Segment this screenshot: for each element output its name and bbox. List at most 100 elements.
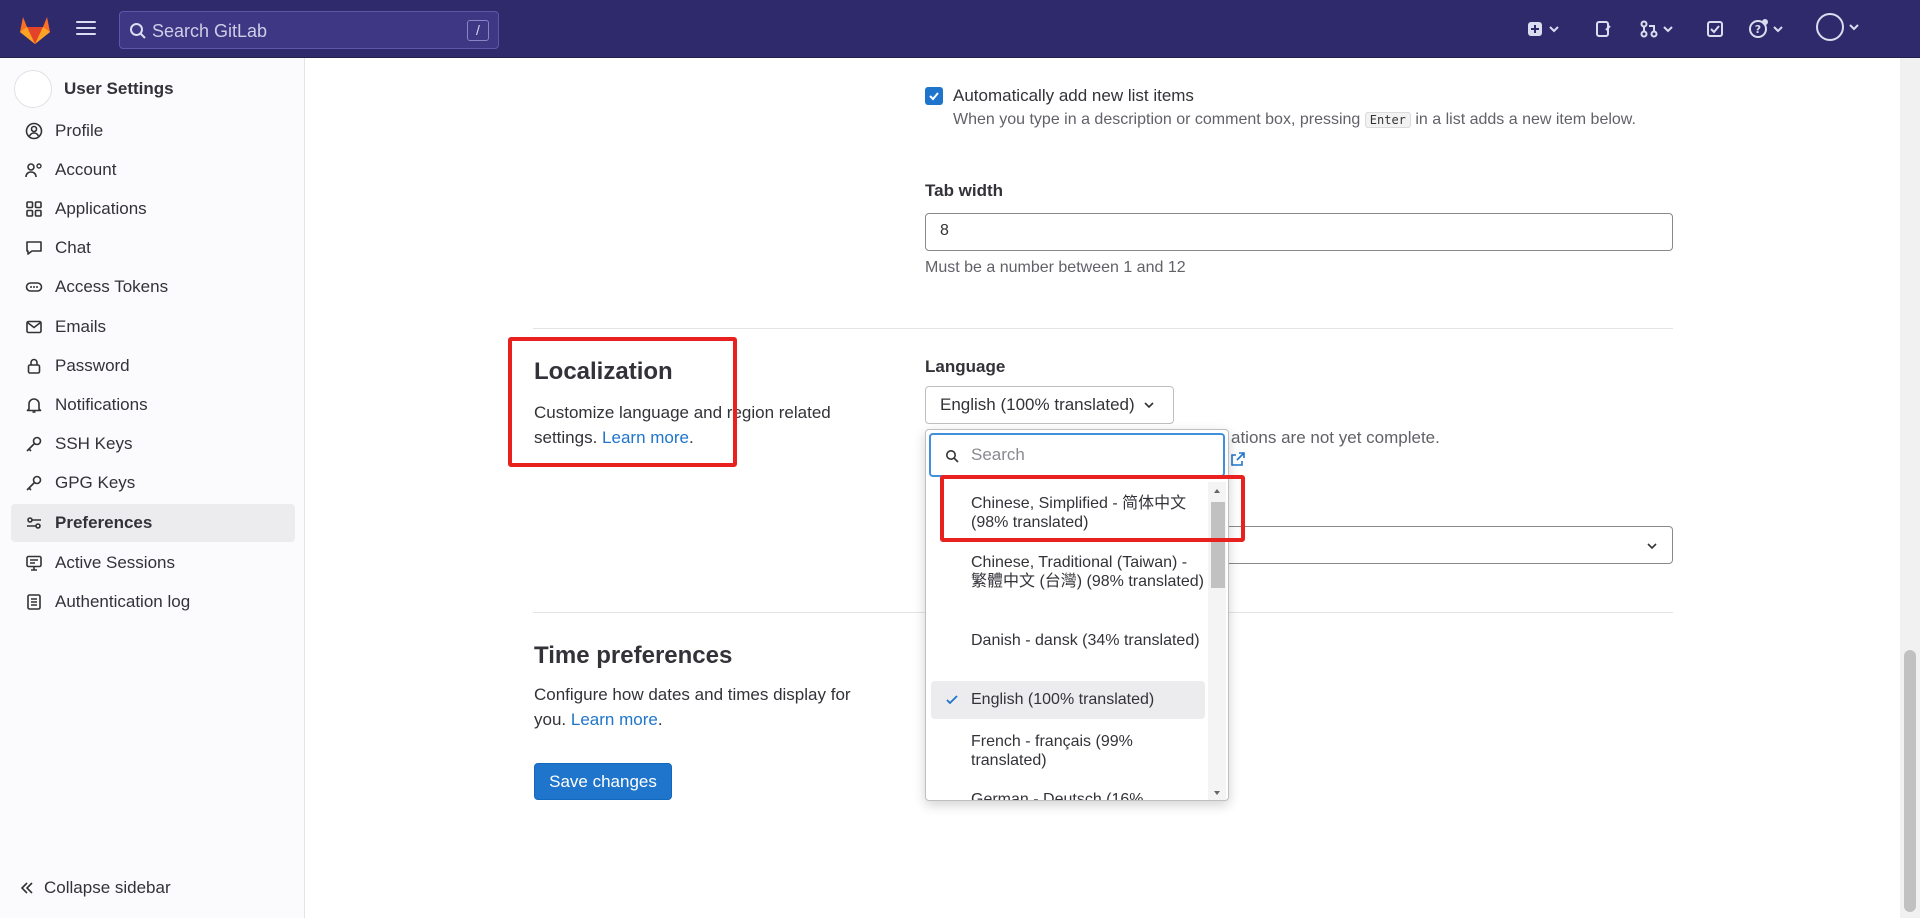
localization-description: Customize language and region related se… <box>534 403 831 447</box>
key-icon <box>26 436 42 452</box>
dropdown-scrollbar[interactable] <box>1208 482 1226 800</box>
sidebar-title: User Settings <box>64 79 174 98</box>
language-search-placeholder: Search <box>971 445 1025 464</box>
enter-key-code: Enter <box>1364 112 1411 128</box>
time-preferences-description: Configure how dates and times display fo… <box>534 685 851 729</box>
mail-icon <box>26 320 42 334</box>
collapse-sidebar-button[interactable]: Collapse sidebar <box>20 878 171 898</box>
merge-request-icon <box>1640 20 1658 38</box>
chevron-down-icon <box>1849 24 1859 31</box>
scroll-down-icon <box>1214 791 1220 795</box>
localization-learn-more-link[interactable]: Learn more <box>602 428 689 447</box>
sidebar-item-label: Profile <box>55 121 104 140</box>
sidebar-item-ssh-keys[interactable]: SSH Keys <box>11 425 295 463</box>
applications-icon <box>26 201 42 217</box>
language-selected-value: English (100% translated) <box>940 395 1135 414</box>
auto-list-help: When you type in a description or commen… <box>953 111 1636 128</box>
user-avatar <box>1816 13 1844 41</box>
sidebar-item-label: Preferences <box>55 513 153 532</box>
sidebar-item-gpg-keys[interactable]: GPG Keys <box>11 464 295 502</box>
double-chevron-left-icon <box>20 882 33 894</box>
external-link-icon <box>1230 452 1245 466</box>
sidebar-item-chat[interactable]: Chat <box>11 229 295 267</box>
lock-icon <box>27 358 41 374</box>
sidebar-item-active-sessions[interactable]: Active Sessions <box>11 544 295 582</box>
sidebar-item-password[interactable]: Password <box>11 347 295 385</box>
language-help-text: ations are not yet complete. <box>1231 428 1440 447</box>
sidebar-item-label: Chat <box>55 238 91 257</box>
time-preferences-title: Time preferences <box>534 642 733 669</box>
todo-check-icon <box>1707 21 1723 37</box>
sidebar-item-label: Applications <box>55 199 147 218</box>
sidebar-item-label: Emails <box>55 317 107 336</box>
help-dropdown[interactable]: ? <box>1748 17 1784 41</box>
language-option[interactable]: Chinese, Traditional (Taiwan) - 繁體中文 (台灣… <box>931 553 1205 591</box>
monitor-icon <box>26 555 42 571</box>
chat-icon <box>26 241 42 255</box>
sidebar-item-authentication-log[interactable]: Authentication log <box>11 583 295 621</box>
sidebar-item-preferences[interactable]: Preferences <box>11 504 295 542</box>
issues-icon <box>1596 21 1611 37</box>
section-divider <box>533 328 1673 329</box>
language-option[interactable]: German - Deutsch (16% translated) <box>931 790 1205 800</box>
create-new-dropdown[interactable] <box>1526 17 1560 41</box>
settings-sidebar: User Settings Profile Account Applicatio… <box>0 58 305 918</box>
sidebar-item-access-tokens[interactable]: Access Tokens <box>11 268 295 306</box>
chevron-down-icon <box>1144 402 1154 409</box>
language-option-selected[interactable]: English (100% translated) <box>931 681 1205 719</box>
top-navbar: Search GitLab / ? <box>0 0 1920 58</box>
plus-square-icon <box>1528 22 1542 36</box>
tab-width-help: Must be a number between 1 and 12 <box>925 259 1186 276</box>
sidebar-item-label: Active Sessions <box>55 553 175 572</box>
search-placeholder: Search GitLab <box>152 21 268 41</box>
check-icon <box>946 695 958 705</box>
first-day-of-week-select[interactable] <box>1225 526 1673 564</box>
sidebar-header[interactable]: User Settings <box>14 70 174 108</box>
user-menu-dropdown[interactable] <box>1816 13 1860 41</box>
sidebar-item-profile[interactable]: Profile <box>11 112 295 150</box>
token-icon <box>25 282 43 292</box>
search-shortcut-key: / <box>467 20 489 41</box>
global-search-input[interactable]: Search GitLab / <box>119 11 499 49</box>
language-option[interactable]: Chinese, Simplified - 简体中文 (98% translat… <box>931 494 1205 532</box>
bell-icon <box>26 398 42 413</box>
tab-width-input[interactable]: 8 <box>925 213 1673 251</box>
language-option[interactable]: Danish - dansk (34% translated) <box>931 631 1205 650</box>
profile-icon <box>25 122 43 140</box>
scroll-up-icon <box>1214 489 1220 493</box>
page-scrollbar[interactable] <box>1900 58 1920 918</box>
save-changes-button[interactable]: Save changes <box>534 763 672 800</box>
help-icon: ? <box>1749 19 1768 38</box>
gitlab-logo[interactable] <box>18 13 52 45</box>
todos-button[interactable] <box>1706 17 1724 41</box>
dropdown-scrollbar-thumb[interactable] <box>1211 502 1225 588</box>
chevron-down-icon <box>1773 26 1783 33</box>
chevron-down-icon <box>1549 26 1559 33</box>
issues-button[interactable] <box>1594 17 1612 41</box>
sidebar-item-label: Access Tokens <box>55 277 169 296</box>
time-learn-more-link[interactable]: Learn more <box>571 710 658 729</box>
menu-hamburger-icon[interactable] <box>74 17 98 41</box>
log-icon <box>27 594 41 610</box>
localization-title: Localization <box>534 358 673 385</box>
sidebar-item-applications[interactable]: Applications <box>11 190 295 228</box>
language-option[interactable]: French - français (99% translated) <box>931 732 1205 770</box>
collapse-sidebar-label: Collapse sidebar <box>44 878 171 897</box>
auto-list-checkbox[interactable] <box>925 87 943 105</box>
sidebar-item-label: Password <box>55 356 130 375</box>
chevron-down-icon <box>1663 26 1673 33</box>
merge-requests-dropdown[interactable] <box>1640 17 1674 41</box>
language-options-list: Chinese, Simplified - 简体中文 (98% translat… <box>926 482 1210 800</box>
language-dropdown-button[interactable]: English (100% translated) <box>925 386 1174 424</box>
sidebar-item-notifications[interactable]: Notifications <box>11 386 295 424</box>
language-search-input[interactable]: Search <box>929 433 1225 477</box>
preferences-icon <box>27 517 41 529</box>
search-icon <box>130 23 146 39</box>
sidebar-item-account[interactable]: Account <box>11 151 295 189</box>
sidebar-item-label: SSH Keys <box>55 434 133 453</box>
sidebar-item-emails[interactable]: Emails <box>11 308 295 346</box>
user-avatar <box>14 70 52 108</box>
sidebar-item-label: Authentication log <box>55 592 191 611</box>
language-label: Language <box>925 357 1006 376</box>
page-scrollbar-thumb[interactable] <box>1904 650 1916 912</box>
